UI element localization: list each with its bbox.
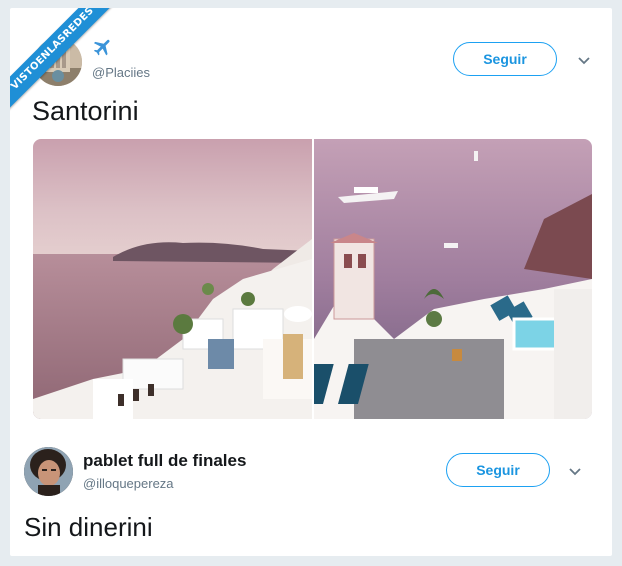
watermark-text: VISTOENLASREDES [10,8,120,117]
watermark-ribbon: VISTOENLASREDES [10,8,120,118]
photo-grid [33,139,592,419]
avatar-image [24,447,73,496]
avatar[interactable] [24,447,73,496]
follow-button[interactable]: Seguir [453,42,557,76]
chevron-down-icon[interactable] [568,467,582,477]
photo-santorini-terrace[interactable] [314,139,592,419]
chevron-down-icon[interactable] [577,56,591,66]
user-handle[interactable]: @illoquepereza [83,476,174,491]
photo-santorini-coast[interactable] [33,139,312,419]
tweet-text: Sin dinerini [24,512,153,542]
user-display-name[interactable]: pablet full de finales [83,451,246,471]
tweet-card: VISTOENLASREDES @Placiies Seguir Santori… [10,8,612,556]
follow-button[interactable]: Seguir [446,453,550,487]
